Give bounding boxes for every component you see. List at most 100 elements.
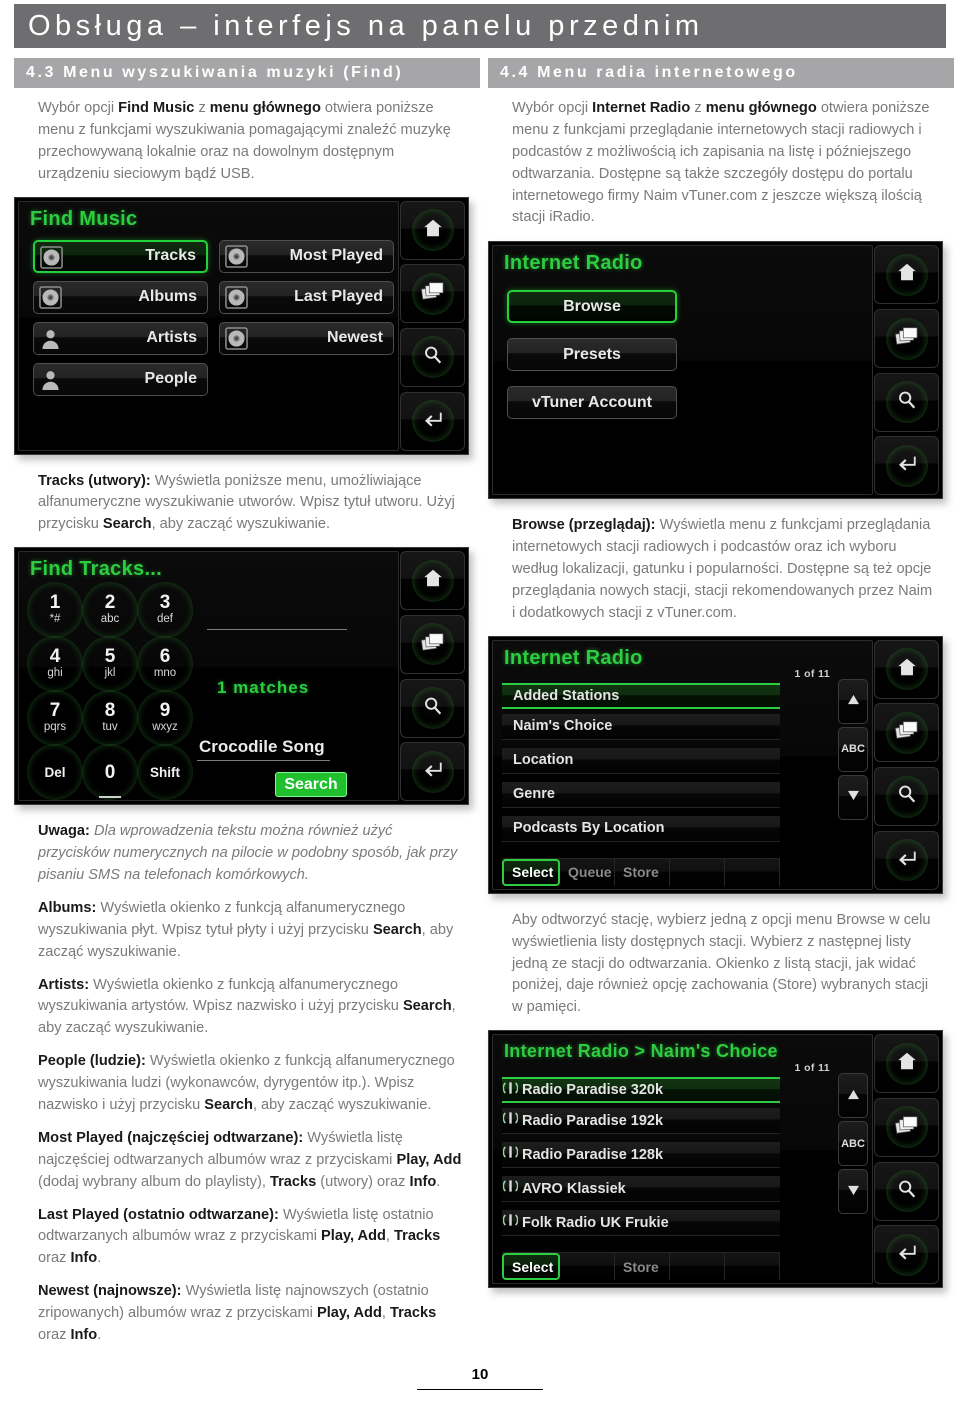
menu-button-last-played[interactable]: Last Played	[219, 280, 394, 314]
scroll-up-button[interactable]	[838, 678, 868, 724]
scroll-down-button[interactable]	[838, 774, 868, 820]
enter-key[interactable]	[874, 830, 939, 890]
most-played-text2: (dodaj wybrany album do playlisty),	[38, 1173, 270, 1190]
list-item-label: AVRO Klassiek	[522, 1180, 626, 1197]
soft-key-store[interactable]: Store	[615, 858, 670, 886]
search-key[interactable]	[874, 372, 939, 432]
soft-key-bar: Select Store	[502, 1252, 780, 1281]
abc-jump-button[interactable]: ABC	[838, 726, 868, 772]
menu-button-tracks[interactable]: Tracks	[33, 239, 208, 273]
soft-key-empty-1	[670, 858, 725, 886]
abc-jump-button[interactable]: ABC	[838, 1121, 868, 1167]
soft-key-queue[interactable]: Queue	[560, 858, 615, 886]
soft-key-select[interactable]: Select	[502, 1253, 560, 1281]
keypad-key-3[interactable]: 3 def	[137, 582, 193, 638]
keypad-key-7[interactable]: 7 pqrs	[27, 690, 83, 746]
keypad-key-3-sub: def	[157, 612, 173, 625]
last-played-bold-c: Info	[70, 1250, 98, 1267]
soft-key-bar: Select Queue Store	[502, 857, 780, 886]
people-lead: People (ludzie):	[38, 1053, 146, 1070]
list-item[interactable]: Naim's Choice	[502, 713, 780, 740]
disc-icon	[225, 326, 248, 355]
most-played-paragraph: Most Played (najczęściej odtwarzane): Wy…	[14, 1128, 480, 1194]
newest-bold-c: Info	[70, 1327, 98, 1344]
keypad-key-6[interactable]: 6 mno	[137, 636, 193, 692]
scroll-down-button[interactable]	[838, 1169, 868, 1215]
keypad-key-0[interactable]: 0	[82, 744, 138, 800]
list-item[interactable]: Radio Paradise 320k	[501, 1077, 780, 1104]
note-italic: Dla wprowadzenia tekstu można również uż…	[38, 823, 458, 884]
home-icon	[896, 656, 918, 683]
search-button[interactable]: Search	[275, 772, 347, 798]
scroll-column: ABC	[838, 678, 868, 849]
keypad-key-6-sub: mno	[153, 666, 177, 679]
layers-key[interactable]	[874, 309, 939, 368]
play-station-text: Aby odtworzyć stację, wybierz jedną z op…	[512, 911, 931, 1016]
list-item-label: Radio Paradise 128k	[522, 1146, 664, 1163]
find-tracks-screen: Find Tracks... 1 *# 2 abc 3 def 4 ghi 5 …	[18, 551, 399, 802]
artists-text1: Wyświetla okienko z funkcją alfanumerycz…	[38, 976, 403, 1015]
menu-button-people[interactable]: People	[33, 362, 208, 396]
search-entry-value[interactable]: Crocodile Song	[199, 737, 325, 757]
most-played-lead: Most Played (najczęściej odtwarzane):	[38, 1129, 304, 1146]
last-played-text2: ,	[385, 1228, 395, 1245]
menu-button-vtuner-account[interactable]: vTuner Account	[507, 386, 677, 420]
menu-button-most-played[interactable]: Most Played	[219, 239, 394, 273]
home-key[interactable]	[874, 1034, 939, 1094]
entry-bottom-rule	[197, 760, 330, 762]
note-paragraph: Uwaga: Dla wprowadzenia tekstu można rów…	[14, 821, 480, 887]
list-item[interactable]: Folk Radio UK Frukie	[501, 1210, 780, 1237]
keypad-key-4[interactable]: 4 ghi	[27, 636, 83, 692]
menu-button-artists[interactable]: Artists	[33, 321, 208, 355]
menu-button-newest[interactable]: Newest	[219, 321, 394, 355]
ir-intro-part3: otwiera poniższe menu z funkcjami przegl…	[512, 100, 930, 226]
keypad-key-shift[interactable]: Shift	[137, 744, 193, 800]
keypad-key-1[interactable]: 1 *#	[27, 582, 83, 638]
enter-key[interactable]	[400, 391, 465, 451]
menu-button-browse[interactable]: Browse	[507, 290, 677, 324]
home-key[interactable]	[874, 245, 939, 305]
soft-key-select[interactable]: Select	[502, 858, 560, 886]
list-item[interactable]: Radio Paradise 192k	[501, 1108, 780, 1135]
list-item[interactable]: Location	[502, 747, 780, 774]
search-key[interactable]	[400, 327, 465, 387]
layers-key[interactable]	[400, 614, 465, 674]
keypad-key-9[interactable]: 9 wxyz	[137, 690, 193, 746]
home-key[interactable]	[400, 200, 465, 260]
search-key[interactable]	[874, 767, 939, 827]
list-item[interactable]: AVRO Klassiek	[501, 1176, 780, 1203]
disc-icon	[225, 244, 248, 273]
list-item-label: Radio Paradise 320k	[522, 1082, 664, 1099]
search-key[interactable]	[874, 1161, 939, 1221]
keypad-key-8[interactable]: 8 tuv	[82, 690, 138, 746]
home-key[interactable]	[874, 639, 939, 699]
layers-key[interactable]	[400, 264, 465, 324]
scroll-up-button[interactable]	[838, 1073, 868, 1119]
soft-key-empty-3	[725, 1253, 780, 1281]
menu-button-albums[interactable]: Albums	[33, 280, 208, 314]
page-number: 10	[471, 1365, 489, 1383]
list-item[interactable]: Podcasts By Location	[502, 815, 780, 842]
layers-key[interactable]	[874, 1097, 939, 1157]
list-item[interactable]: Added Stations	[502, 682, 780, 709]
home-key[interactable]	[400, 551, 465, 611]
keypad-key-del[interactable]: Del	[27, 744, 83, 800]
list-item[interactable]: Genre	[502, 781, 780, 808]
list-item[interactable]: Radio Paradise 128k	[501, 1142, 780, 1169]
disc-icon	[39, 285, 62, 314]
enter-key[interactable]	[874, 436, 939, 496]
hard-key-column	[874, 245, 939, 496]
enter-key[interactable]	[400, 742, 465, 802]
layers-key[interactable]	[874, 703, 939, 763]
soft-key-store[interactable]: Store	[615, 1253, 670, 1281]
keypad-key-5-num: 5	[104, 645, 116, 667]
menu-button-vtuner-account-label: vTuner Account	[531, 393, 652, 411]
search-key[interactable]	[400, 678, 465, 738]
internet-radio-intro-paragraph: Wybór opcji Internet Radio z menu główne…	[488, 98, 954, 229]
enter-key[interactable]	[874, 1225, 939, 1285]
keypad-key-2[interactable]: 2 abc	[82, 582, 138, 638]
tracks-bold-mid: Search	[102, 516, 152, 533]
intro-bold1: Find Music	[118, 100, 195, 116]
keypad-key-5[interactable]: 5 jkl	[82, 636, 138, 692]
menu-button-presets[interactable]: Presets	[507, 338, 677, 372]
